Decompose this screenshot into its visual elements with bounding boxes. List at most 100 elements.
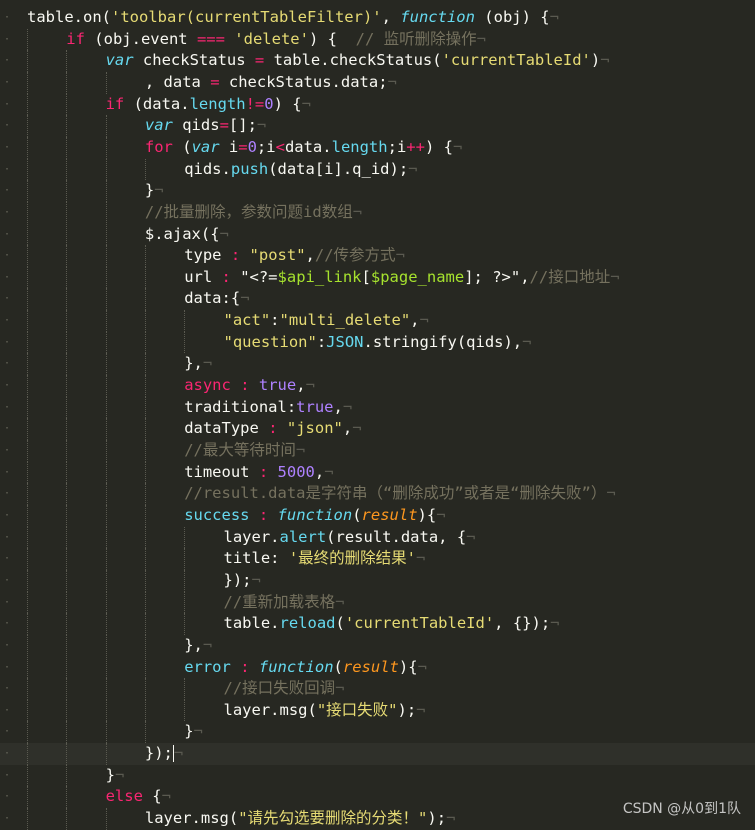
code-line[interactable]: · type : "post",//传参方式¬ xyxy=(0,245,755,267)
indent-guide xyxy=(66,288,68,311)
code-line[interactable]: · var qids=[];¬ xyxy=(0,115,755,137)
indent-guide xyxy=(66,699,68,722)
indent-guide xyxy=(105,136,107,159)
code-line[interactable]: · if (data.length!=0) {¬ xyxy=(0,93,755,116)
code-token: qids. xyxy=(184,159,231,178)
indent-guide xyxy=(66,634,68,657)
indent-guide xyxy=(27,93,28,116)
code-token: reload xyxy=(279,614,336,633)
code-line[interactable]: · , data = checkStatus.data;¬ xyxy=(0,71,755,94)
indent-guide xyxy=(66,483,68,505)
code-token: : xyxy=(258,462,269,481)
code-line[interactable]: · qids.push(data[i].q_id);¬ xyxy=(0,158,755,181)
code-line[interactable]: ·},¬ xyxy=(0,353,755,376)
code-line[interactable]: · title: '最终的删除结果'¬ xyxy=(0,548,755,570)
code-token: error xyxy=(184,657,231,676)
code-token: 'currentTableId' xyxy=(344,614,495,633)
code-line[interactable]: · dataType : "json",¬ xyxy=(0,418,755,440)
code-token: "multi_delete" xyxy=(279,311,411,330)
code-line[interactable]: · //批量删除，参数问题id数组¬ xyxy=(0,201,755,224)
code-line[interactable]: · async : true,¬ xyxy=(0,375,755,397)
code-line[interactable]: · layer.alert(result.data, {¬ xyxy=(0,526,755,549)
code-token: alert xyxy=(279,527,327,546)
gutter-marker: · xyxy=(4,423,11,435)
indent-guide xyxy=(105,721,107,744)
code-token: ) { xyxy=(273,94,302,113)
code-token: var xyxy=(105,51,134,70)
code-line[interactable]: · table.reload('currentTableId', {});¬ xyxy=(0,613,755,635)
code-token: layer. xyxy=(223,527,280,546)
code-editor[interactable]: · table.on('toolbar(currentTableFilter)',… xyxy=(0,0,755,830)
code-token: } xyxy=(144,181,155,200)
code-line[interactable]: · if (obj.event === 'delete') { // 监听删除操作… xyxy=(0,28,755,51)
indent-guide xyxy=(105,461,107,484)
indent-guide xyxy=(27,699,28,722)
code-line[interactable]: · "act":"multi_delete",¬ xyxy=(0,310,755,332)
code-token: (obj.event xyxy=(84,29,197,48)
code-line[interactable]: ·});¬ xyxy=(0,743,755,765)
indent-guide xyxy=(66,266,68,289)
code-text: if (data.length!=0) {¬ xyxy=(106,94,311,116)
code-token: ( xyxy=(335,614,345,633)
code-token: : xyxy=(230,246,241,265)
code-line[interactable]: · layer.msg("接口失败");¬ xyxy=(0,699,755,722)
code-line[interactable]: ·}¬ xyxy=(0,721,755,744)
code-line[interactable]: · data:{¬ xyxy=(0,288,755,311)
indent-guide xyxy=(105,656,107,679)
code-token: , xyxy=(333,397,343,416)
code-token: , xyxy=(342,419,353,438)
indent-guide xyxy=(66,786,68,809)
code-line[interactable]: ·});¬ xyxy=(0,569,755,592)
code-token: != xyxy=(245,94,265,113)
code-token: .stringify(qids), xyxy=(363,332,523,351)
code-token: timeout xyxy=(184,462,259,481)
indent-guide xyxy=(27,634,28,657)
code-token: function xyxy=(258,657,334,676)
code-line[interactable]: ·}¬ xyxy=(0,764,755,787)
indent-guide xyxy=(144,418,146,440)
code-token: ( xyxy=(352,505,362,524)
code-line[interactable]: · for (var i=0;i<data.length;i++) {¬ xyxy=(0,136,755,159)
code-token: title: xyxy=(223,549,289,568)
code-line[interactable]: · var checkStatus = table.checkStatus('cu… xyxy=(0,50,755,72)
code-line[interactable]: ·}¬ xyxy=(0,180,755,202)
code-line[interactable]: · traditional:true,¬ xyxy=(0,396,755,419)
code-line[interactable]: · timeout : 5000,¬ xyxy=(0,461,755,484)
whitespace-marker: ¬ xyxy=(295,441,306,459)
code-line[interactable]: · success : function(result){¬ xyxy=(0,504,755,527)
indent-guide xyxy=(144,504,146,527)
code-line[interactable]: ·},¬ xyxy=(0,634,755,657)
indent-guide xyxy=(66,656,68,679)
code-line[interactable]: · url : "<?=$api_link[$page_name]; ?>",//… xyxy=(0,266,755,289)
code-line[interactable]: · //重新加载表格¬ xyxy=(0,591,755,614)
code-text: });¬ xyxy=(224,570,261,592)
code-token: [ xyxy=(361,267,371,286)
indent-guide xyxy=(144,634,146,657)
indent-guide xyxy=(184,569,186,592)
code-token: ;i xyxy=(387,137,407,156)
code-line[interactable]: · //最大等待时间¬ xyxy=(0,440,755,462)
whitespace-marker: ¬ xyxy=(476,29,486,48)
code-token: layer.msg( xyxy=(144,809,239,828)
code-token: var xyxy=(144,116,173,135)
code-line[interactable]: · $.ajax({¬ xyxy=(0,223,755,246)
whitespace-marker: ¬ xyxy=(251,570,261,589)
whitespace-marker: ¬ xyxy=(240,289,250,308)
code-token: (obj) { xyxy=(474,8,550,26)
whitespace-marker: ¬ xyxy=(395,246,405,265)
code-token: for xyxy=(144,137,173,156)
indent-guide xyxy=(27,288,28,311)
code-line[interactable]: · //接口失败回调¬ xyxy=(0,678,755,700)
code-line[interactable]: · error : function(result){¬ xyxy=(0,656,755,679)
code-line[interactable]: · //result.data是字符串（“删除成功”或者是“删除失败”）¬ xyxy=(0,483,755,505)
indent-guide xyxy=(144,526,146,549)
indent-guide xyxy=(27,678,28,700)
code-text: $.ajax({¬ xyxy=(145,224,229,246)
indent-guide xyxy=(105,440,107,462)
code-line[interactable]: · "question":JSON.stringify(qids),¬ xyxy=(0,331,755,354)
indent-guide xyxy=(105,591,107,614)
code-text: layer.msg("请先勾选要删除的分类！");¬ xyxy=(145,808,456,830)
code-token: data:{ xyxy=(184,289,241,308)
code-line[interactable]: · table.on('toolbar(currentTableFilter)',… xyxy=(0,7,755,29)
